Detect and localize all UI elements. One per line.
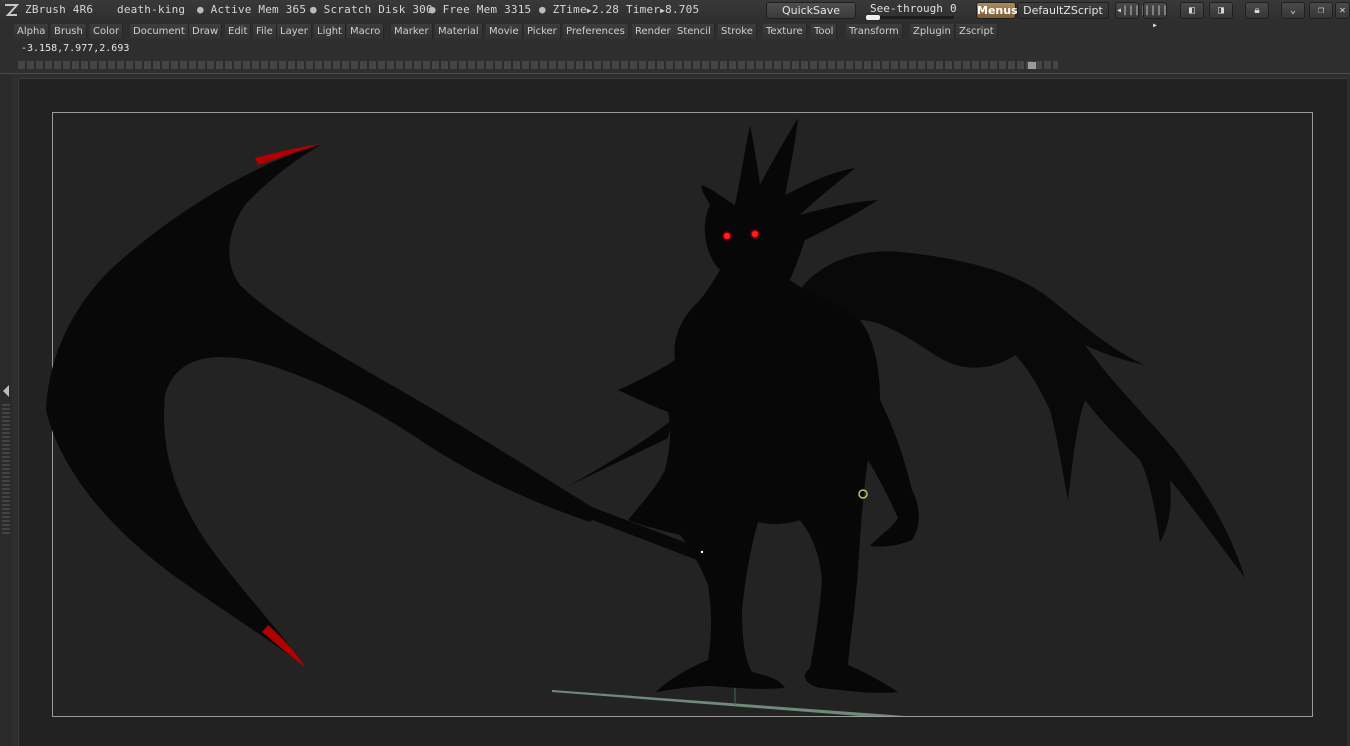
death-king-model[interactable] [0, 0, 1350, 746]
brush-cursor-dot [700, 550, 704, 554]
ground-plane-line [552, 690, 905, 716]
right-eye-core [752, 231, 758, 237]
scythe-blade [46, 144, 600, 667]
zbrush-window: ZBrush 4R6 death-king ● Active Mem 365 ●… [0, 0, 1350, 746]
creature-body [618, 118, 919, 693]
left-eye-core [724, 233, 730, 239]
scythe-edge-bottom [262, 625, 305, 667]
arm-spike [565, 420, 672, 488]
